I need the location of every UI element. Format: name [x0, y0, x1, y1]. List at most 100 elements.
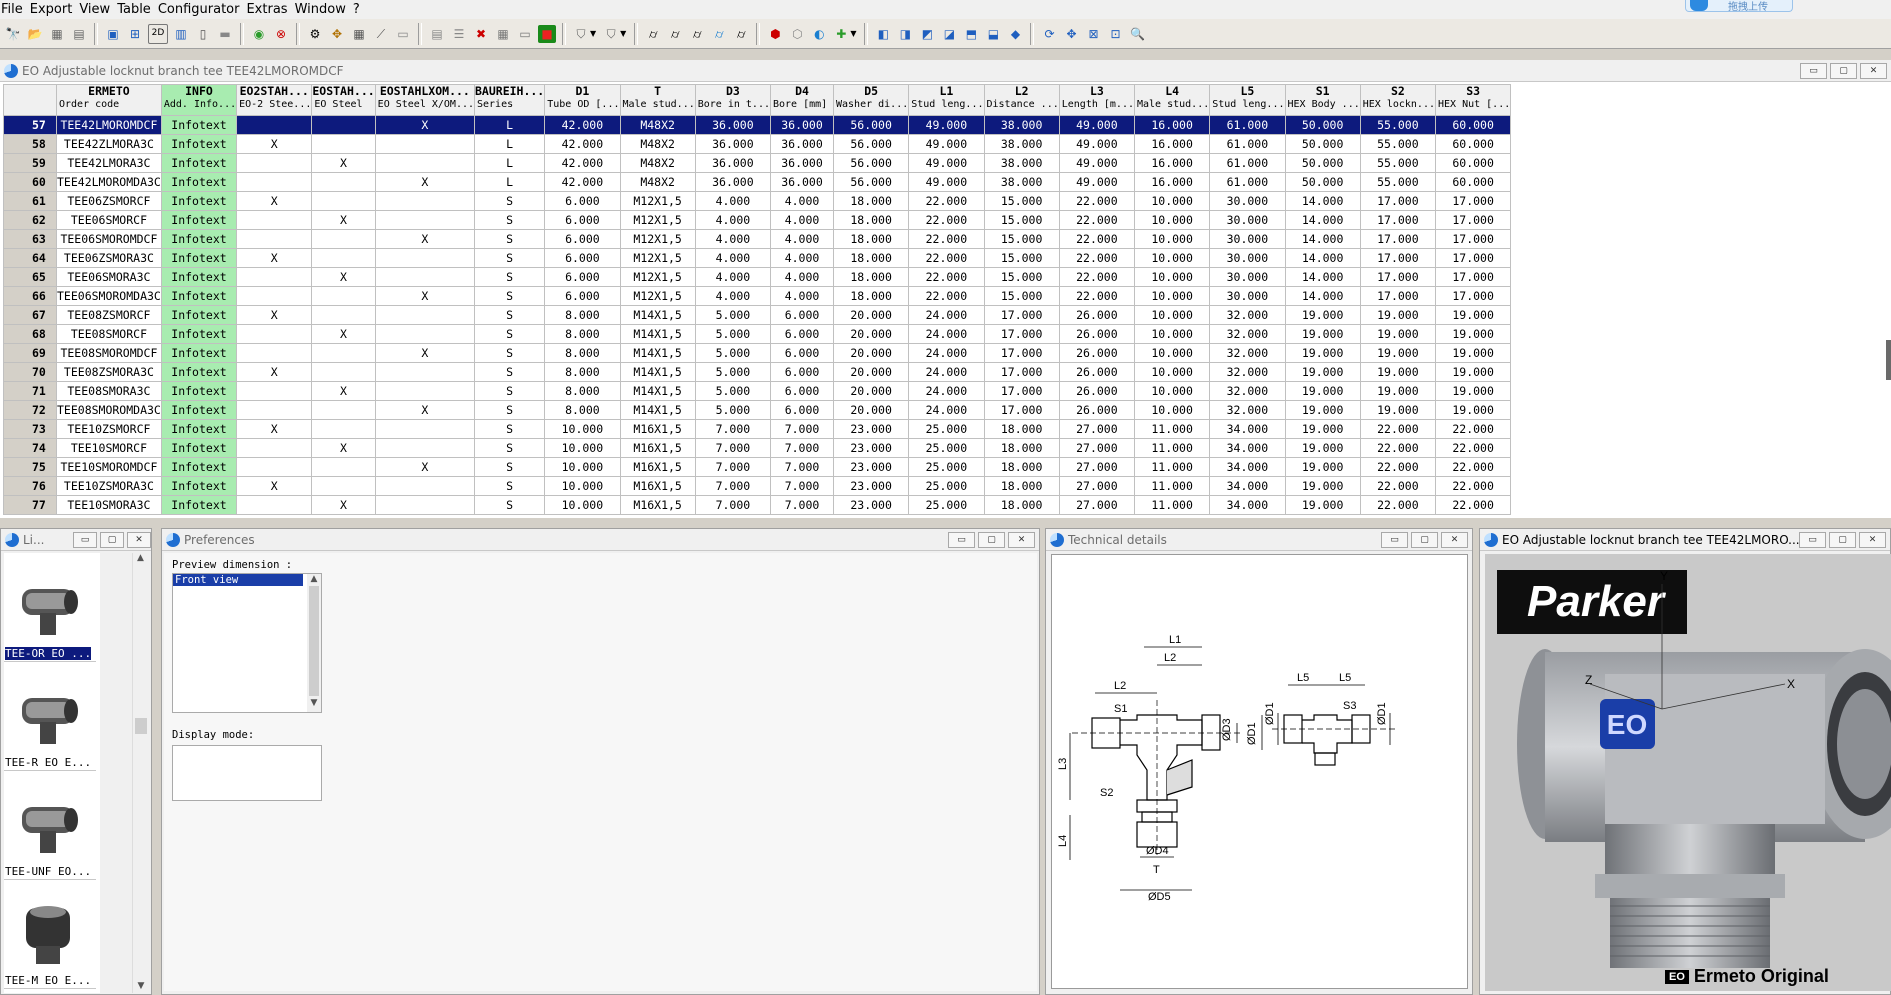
wand-icon[interactable]: ⟋	[372, 25, 390, 43]
cell-eo2[interactable]	[236, 400, 313, 420]
cell-s2[interactable]: 55.000	[1359, 153, 1437, 173]
cell-l5[interactable]: 61.000	[1209, 172, 1286, 192]
cell-eo2[interactable]: X	[236, 191, 313, 211]
cell-code[interactable]: TEE42LMORA3C	[56, 153, 162, 173]
cell-l2[interactable]: 15.000	[983, 191, 1060, 211]
column-header[interactable]: S1 HEX Body ...	[1284, 84, 1361, 116]
cell-l3[interactable]: 49.000	[1058, 153, 1136, 173]
close-button[interactable]: ✕	[127, 532, 151, 548]
cell-s1[interactable]: 19.000	[1284, 381, 1361, 401]
cell-l2[interactable]: 15.000	[983, 267, 1060, 287]
minimize-button[interactable]: ▭	[1799, 532, 1826, 548]
cell-s2[interactable]: 55.000	[1359, 134, 1437, 154]
row-number[interactable]: 64	[3, 248, 57, 268]
cell-l5[interactable]: 32.000	[1209, 400, 1286, 420]
cell-l5[interactable]: 32.000	[1209, 305, 1286, 325]
filter-dropdown-icon[interactable]: ▼	[590, 29, 596, 38]
scroll-down-icon[interactable]: ▼	[133, 981, 149, 991]
minimize-button[interactable]: ▭	[1381, 532, 1408, 548]
maximize-button[interactable]: ▢	[1411, 532, 1438, 548]
close-button[interactable]: ✕	[1860, 63, 1887, 79]
cell-s1[interactable]: 50.000	[1284, 115, 1361, 135]
cell-l2[interactable]: 18.000	[983, 495, 1060, 515]
scroll-up-icon[interactable]: ▲	[133, 553, 148, 563]
cell-info[interactable]: Infotext	[160, 248, 238, 268]
view-back-icon[interactable]: ◨	[896, 25, 914, 43]
pan-icon[interactable]: ✥	[1062, 25, 1080, 43]
cell-d3[interactable]: 5.000	[694, 381, 772, 401]
cell-d3[interactable]: 7.000	[694, 438, 772, 458]
cell-d5[interactable]: 56.000	[832, 134, 910, 154]
cell-l1[interactable]: 49.000	[908, 153, 985, 173]
cell-l3[interactable]: 26.000	[1058, 343, 1136, 363]
cell-s3[interactable]: 60.000	[1434, 153, 1512, 173]
render-icon[interactable]: ■	[538, 24, 556, 43]
list-scrollbar[interactable]: ▲ ▼	[132, 553, 148, 993]
cell-d4[interactable]: 7.000	[770, 438, 834, 458]
cell-l1[interactable]: 24.000	[908, 324, 985, 344]
cell-info[interactable]: Infotext	[160, 305, 238, 325]
cell-xom[interactable]	[374, 134, 476, 154]
cell-l3[interactable]: 49.000	[1058, 134, 1136, 154]
cell-eo2[interactable]	[236, 286, 313, 306]
cell-l1[interactable]: 49.000	[908, 134, 985, 154]
cell-l1[interactable]: 49.000	[908, 115, 985, 135]
cell-s1[interactable]: 50.000	[1284, 134, 1361, 154]
cell-l4[interactable]: 11.000	[1133, 495, 1211, 515]
cell-series[interactable]: S	[473, 419, 546, 439]
cell-eo2[interactable]	[236, 495, 313, 515]
cell-l3[interactable]: 26.000	[1058, 324, 1136, 344]
cell-d1[interactable]: 6.000	[544, 267, 621, 287]
cell-l1[interactable]: 25.000	[908, 457, 985, 477]
cell-l1[interactable]: 22.000	[908, 286, 985, 306]
cell-l1[interactable]: 24.000	[908, 362, 985, 382]
table-config-icon[interactable]: ▤	[428, 25, 446, 43]
cell-l4[interactable]: 10.000	[1133, 381, 1211, 401]
cell-l3[interactable]: 22.000	[1058, 248, 1136, 268]
cell-t[interactable]: M14X1,5	[619, 324, 696, 344]
cell-l5[interactable]: 32.000	[1209, 381, 1286, 401]
cell-l3[interactable]: 22.000	[1058, 210, 1136, 230]
cell-d3[interactable]: 4.000	[694, 267, 772, 287]
cell-d1[interactable]: 10.000	[544, 476, 621, 496]
list-item[interactable]: TEE-OR EO ...	[4, 553, 96, 662]
cell-eo2[interactable]	[236, 438, 313, 458]
column-header[interactable]: S2 HEX lockn...	[1359, 84, 1437, 116]
zoom-fit-icon[interactable]: ⊡	[1106, 25, 1124, 43]
cell-t[interactable]: M16X1,5	[619, 476, 696, 496]
cell-code[interactable]: TEE42LMOROMDCF	[56, 115, 162, 135]
axis-dropdown-icon[interactable]: ▼	[850, 29, 856, 38]
cell-l3[interactable]: 22.000	[1058, 229, 1136, 249]
cell-l1[interactable]: 24.000	[908, 400, 985, 420]
cell-l3[interactable]: 27.000	[1058, 438, 1136, 458]
cell-d1[interactable]: 10.000	[544, 457, 621, 477]
cell-info[interactable]: Infotext	[160, 381, 238, 401]
cell-l5[interactable]: 61.000	[1209, 134, 1286, 154]
cell-d5[interactable]: 20.000	[832, 362, 910, 382]
cell-s1[interactable]: 14.000	[1284, 191, 1361, 211]
cell-l3[interactable]: 49.000	[1058, 115, 1136, 135]
cell-l2[interactable]: 17.000	[983, 400, 1060, 420]
cell-d4[interactable]: 6.000	[770, 324, 834, 344]
cell-xom[interactable]	[374, 362, 476, 382]
cell-xom[interactable]: X	[374, 343, 476, 363]
cell-d5[interactable]: 56.000	[832, 153, 910, 173]
cell-l2[interactable]: 15.000	[983, 229, 1060, 249]
cell-l3[interactable]: 26.000	[1058, 400, 1136, 420]
cell-s2[interactable]: 19.000	[1359, 381, 1437, 401]
cell-d1[interactable]: 10.000	[544, 419, 621, 439]
cylinder-b-icon[interactable]: ⌭	[666, 25, 684, 43]
3d-viewport[interactable]: Parker EO Y Z X EO Ermeto Original	[1485, 554, 1891, 991]
cell-l4[interactable]: 11.000	[1133, 457, 1211, 477]
column-header[interactable]: L3 Length [m...	[1058, 84, 1136, 116]
cell-info[interactable]: Infotext	[160, 267, 238, 287]
cell-s2[interactable]: 19.000	[1359, 362, 1437, 382]
cell-info[interactable]: Infotext	[160, 134, 238, 154]
cell-l3[interactable]: 22.000	[1058, 286, 1136, 306]
table-row[interactable]: 67 TEE08ZSMORCF Infotext X S 8.000 M14X1,5 5.00…	[3, 305, 1512, 325]
cell-code[interactable]: TEE06ZSMORCF	[56, 191, 162, 211]
table-row[interactable]: 71 TEE08SMORA3C Infotext X S 8.000 M14X1,5 5.00…	[3, 381, 1512, 401]
table-row[interactable]: 75 TEE10SMOROMDCF Infotext X S 10.000 M16X1,5 7…	[3, 457, 1512, 477]
cell-s3[interactable]: 17.000	[1434, 248, 1512, 268]
cell-d5[interactable]: 56.000	[832, 115, 910, 135]
